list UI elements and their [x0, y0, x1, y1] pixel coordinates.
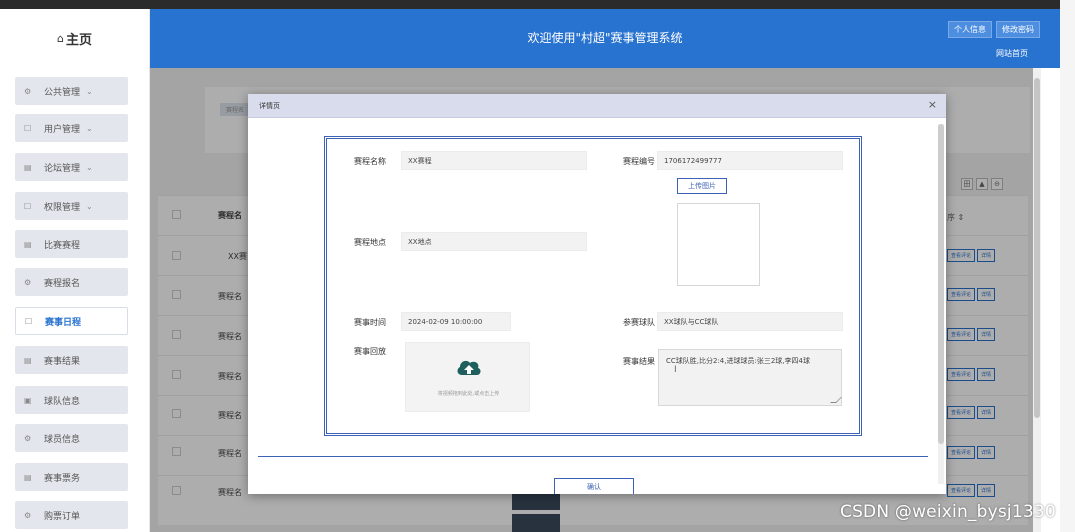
image-preview [677, 203, 760, 286]
home-button[interactable]: ⌂ 主页 [0, 9, 150, 68]
result-text: CC球队胜,比分2:4,进球球员:张三2球,李四4球 [666, 357, 810, 365]
sidebar-item-results[interactable]: ▤ 赛事结果 [15, 346, 128, 374]
modal-scrollbar[interactable] [938, 124, 944, 484]
home-icon: ⌂ [57, 32, 64, 45]
chevron-down-icon: ⌄ [86, 123, 93, 133]
list-icon: ▤ [24, 355, 32, 365]
site-home-link[interactable]: 网站首页 [996, 48, 1028, 59]
watermark: CSDN @weixin_bysj1330 [840, 502, 1056, 522]
modal-title: 详情页 [259, 102, 280, 110]
chevron-down-icon: ⌄ [86, 86, 93, 96]
sidebar-item-label: 球员信息 [44, 434, 81, 445]
sidebar-item-label: 购票订单 [44, 511, 81, 522]
schedule-no-label: 赛程编号 [623, 157, 655, 166]
cloud-upload-icon [406, 357, 531, 381]
match-time-field[interactable]: 2024-02-09 10:00:00 [401, 312, 511, 331]
chevron-down-icon: ⌄ [86, 162, 93, 172]
replay-label: 赛事回放 [354, 347, 386, 356]
result-textarea[interactable]: CC球队胜,比分2:4,进球球员:张三2球,李四4球 I [658, 349, 842, 406]
header-buttons: 个人信息 修改密码 [948, 21, 1040, 38]
doc-icon: ☐ [25, 316, 33, 326]
lock-icon: ☐ [24, 201, 32, 211]
home-label: 主页 [65, 33, 92, 48]
content-scrollbar[interactable] [1033, 68, 1041, 532]
confirm-button[interactable]: 确认 [554, 478, 634, 494]
sidebar-item-registration[interactable]: ⚙ 赛程报名 [15, 268, 128, 296]
window-right-edge [1060, 0, 1075, 532]
profile-button[interactable]: 个人信息 [948, 21, 992, 38]
sidebar-item-permissions[interactable]: ☐ 权限管理 ⌄ [15, 192, 128, 220]
sidebar-item-label: 球队信息 [44, 396, 81, 407]
scrollbar-thumb[interactable] [938, 124, 944, 444]
result-label: 赛事结果 [623, 357, 655, 366]
upload-image-button[interactable]: 上传图片 [677, 178, 727, 194]
modal-divider [258, 456, 928, 457]
gear-icon: ⚙ [24, 86, 32, 96]
sidebar-item-label: 赛事结果 [44, 356, 81, 367]
sidebar-item-users[interactable]: ☐ 用户管理 ⌄ [15, 114, 128, 142]
video-upload-dropzone[interactable]: 将视频拖到此处,或点击上传 [405, 342, 530, 412]
sidebar-item-label: 赛事票务 [44, 473, 81, 484]
page-title: 欢迎使用"村超"赛事管理系统 [527, 31, 683, 45]
list-icon: ▤ [24, 239, 32, 249]
teams-field[interactable]: XX球队与CC球队 [657, 312, 843, 331]
sidebar-item-label: 比赛赛程 [44, 240, 81, 251]
sidebar-item-label: 论坛管理 [44, 163, 81, 174]
sidebar-item-label: 赛程报名 [44, 278, 81, 289]
gear-icon: ⚙ [24, 510, 32, 520]
chevron-down-icon: ⌄ [86, 201, 93, 211]
modal-header: 详情页 × [248, 94, 946, 118]
sidebar-item-label: 赛事日程 [45, 317, 82, 328]
sidebar-item-public[interactable]: ⚙ 公共管理 ⌄ [15, 77, 128, 105]
sidebar-item-label: 权限管理 [44, 202, 81, 213]
image-icon: ▣ [24, 395, 32, 405]
match-time-label: 赛事时间 [354, 318, 386, 327]
resize-handle-icon[interactable] [830, 397, 842, 403]
sidebar: ⚙ 公共管理 ⌄ ☐ 用户管理 ⌄ ▤ 论坛管理 ⌄ ☐ 权限管理 ⌄ ▤ 比赛… [0, 68, 150, 532]
sidebar-item-label: 用户管理 [44, 124, 81, 135]
location-field[interactable]: XX地点 [401, 232, 587, 251]
sidebar-item-teams[interactable]: ▣ 球队信息 [15, 386, 128, 414]
header: ⌂ 主页 欢迎使用"村超"赛事管理系统 个人信息 修改密码 网站首页 [0, 9, 1075, 68]
gear-icon: ⚙ [24, 277, 32, 287]
close-icon[interactable]: × [928, 98, 937, 111]
gear-icon: ⚙ [24, 433, 32, 443]
sidebar-item-orders[interactable]: ⚙ 购票订单 [15, 501, 128, 529]
schedule-name-label: 赛程名称 [354, 157, 386, 166]
schedule-name-field[interactable]: XX赛程 [401, 151, 587, 170]
sidebar-item-label: 公共管理 [44, 87, 81, 98]
header-bar: 欢迎使用"村超"赛事管理系统 个人信息 修改密码 网站首页 [150, 9, 1060, 68]
change-password-button[interactable]: 修改密码 [996, 21, 1040, 38]
schedule-no-field[interactable]: 1706172499777 [657, 151, 843, 170]
app-window: ⌂ 主页 欢迎使用"村超"赛事管理系统 个人信息 修改密码 网站首页 ⚙ 公共管… [0, 0, 1075, 532]
window-top-strip [0, 0, 1075, 9]
upload-hint: 将视频拖到此处,或点击上传 [437, 391, 500, 397]
sidebar-item-forum[interactable]: ▤ 论坛管理 ⌄ [15, 153, 128, 181]
sidebar-item-players[interactable]: ⚙ 球员信息 [15, 424, 128, 452]
sidebar-item-event-calendar[interactable]: ☐ 赛事日程 [15, 307, 128, 335]
location-label: 赛程地点 [354, 238, 386, 247]
sidebar-item-tickets[interactable]: ▤ 赛事票务 [15, 463, 128, 491]
text-cursor-icon: I [674, 365, 677, 375]
scrollbar-thumb[interactable] [1034, 78, 1040, 418]
teams-label: 参赛球队 [623, 318, 655, 327]
user-icon: ☐ [24, 123, 32, 133]
detail-modal: 详情页 × 赛程名称 XX赛程 赛程编号 1706172499777 赛程地点 … [248, 94, 946, 494]
sidebar-item-match-schedule[interactable]: ▤ 比赛赛程 [15, 230, 128, 258]
list-icon: ▤ [24, 162, 32, 172]
list-icon: ▤ [24, 472, 32, 482]
